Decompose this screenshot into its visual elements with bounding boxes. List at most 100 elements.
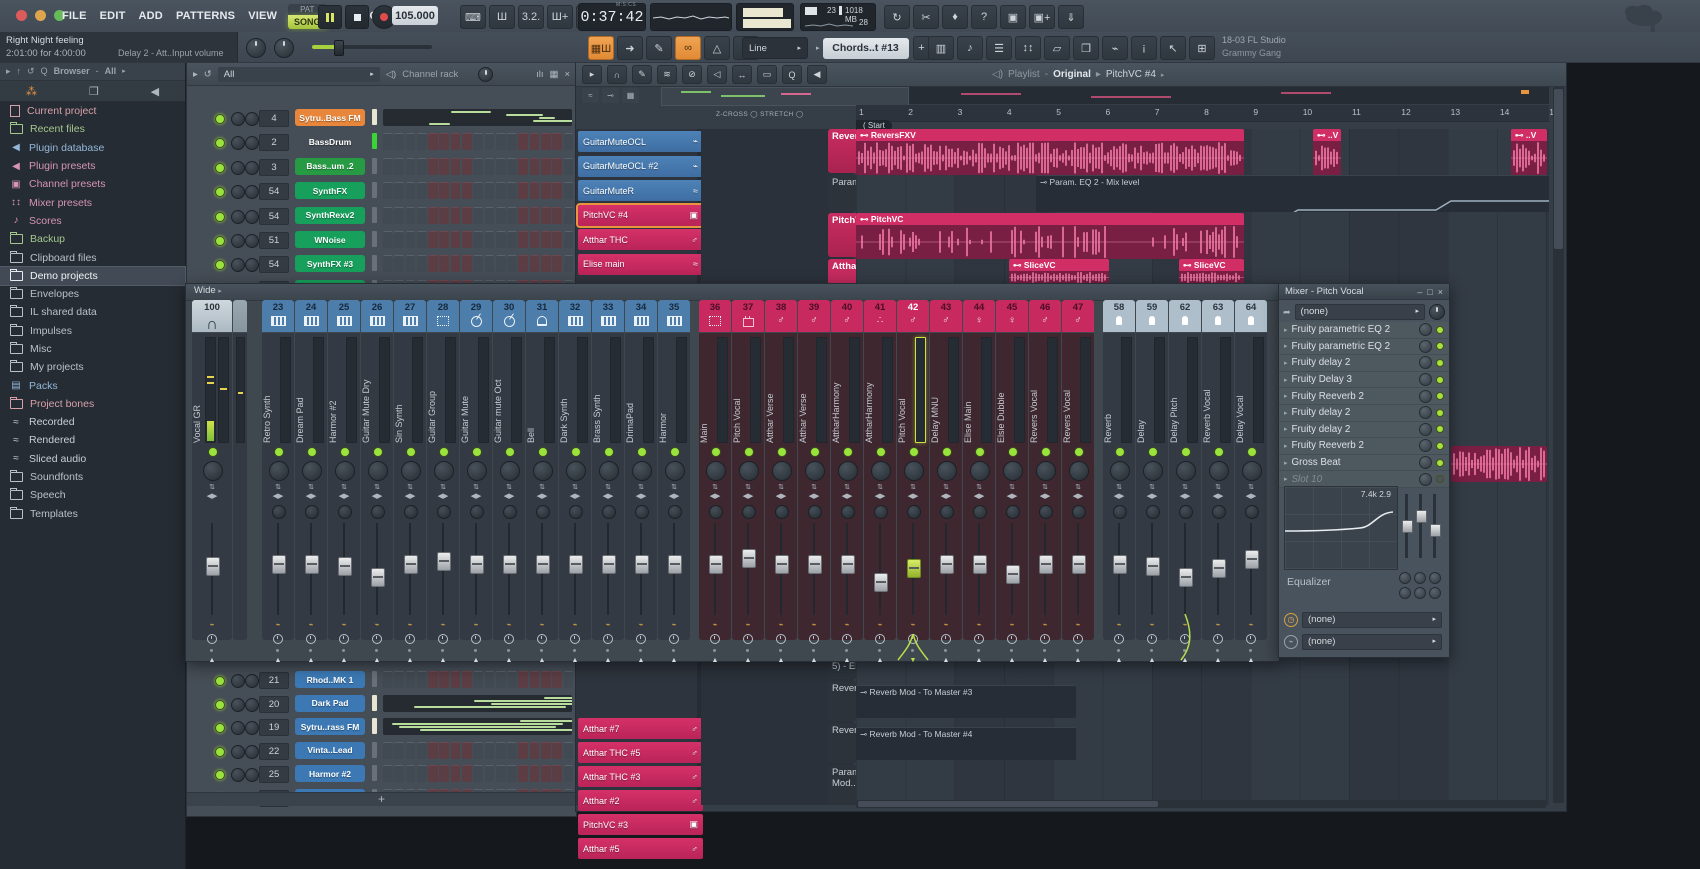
- fader-handle[interactable]: [1006, 565, 1020, 584]
- browser-item-plugin-database[interactable]: ◀Plugin database: [0, 139, 185, 157]
- pan-knob[interactable]: [772, 461, 792, 481]
- step-cell[interactable]: [473, 231, 483, 248]
- route-arrow-icon[interactable]: ▲: [963, 657, 995, 664]
- channel-button-sytru-rass-fm[interactable]: Sytru..rass FM: [295, 718, 365, 735]
- stereo-sep-knob[interactable]: [305, 505, 319, 519]
- channel-mute-led[interactable]: [215, 163, 225, 173]
- clock-icon[interactable]: [776, 634, 786, 644]
- audio-clip-v[interactable]: ⊷ ..V: [1313, 129, 1341, 175]
- step-cell[interactable]: [552, 231, 562, 248]
- mute-led[interactable]: [744, 447, 754, 457]
- plugin-icon[interactable]: ⌁: [670, 621, 678, 629]
- browser-item-channel-presets[interactable]: ▣Channel presets: [0, 175, 185, 193]
- step-cell[interactable]: [496, 671, 506, 688]
- route-arrow-icon[interactable]: ▲: [493, 657, 525, 664]
- route-arrow-icon[interactable]: ▲: [996, 657, 1028, 664]
- fader-handle[interactable]: [1179, 568, 1193, 587]
- channel-mute-led[interactable]: [215, 236, 225, 246]
- zcross-toggle[interactable]: Z-CROSS: [716, 111, 748, 118]
- step-cell[interactable]: [439, 671, 449, 688]
- step-cell[interactable]: [428, 671, 438, 688]
- clock-icon[interactable]: [842, 634, 852, 644]
- fader-handle[interactable]: [1072, 555, 1086, 574]
- channel-pan-knob[interactable]: [231, 161, 245, 175]
- step-cell[interactable]: [564, 158, 574, 175]
- step-cell[interactable]: [541, 133, 551, 150]
- volume-fader[interactable]: [1250, 523, 1252, 615]
- step-cell[interactable]: [496, 207, 506, 224]
- fx-slot-1[interactable]: ▸Fruity parametric EQ 2: [1279, 322, 1449, 339]
- fx-enable-led[interactable]: [1436, 425, 1444, 433]
- fx-mix-knob[interactable]: [1419, 456, 1432, 469]
- mute-led[interactable]: [1181, 447, 1191, 457]
- browser-item-clipboard-files[interactable]: Clipboard files: [0, 248, 185, 266]
- stretch-toggle[interactable]: STRETCH: [760, 111, 794, 118]
- eq-band-fader[interactable]: [1419, 494, 1422, 558]
- audio-clip-pitchvc[interactable]: ⊷ PitchVC: [856, 213, 1244, 259]
- rack-keyboard-icon[interactable]: ▦: [549, 69, 558, 80]
- mute-led[interactable]: [637, 447, 647, 457]
- rack-close-icon[interactable]: ×: [564, 69, 570, 80]
- channel-volume-knob[interactable]: [245, 210, 259, 224]
- pan-knob[interactable]: [1069, 461, 1089, 481]
- minimap-viewport[interactable]: [661, 87, 909, 106]
- step-cell[interactable]: [406, 231, 416, 248]
- plugin-icon[interactable]: ⌁: [439, 621, 447, 629]
- step-cell[interactable]: [518, 765, 528, 782]
- step-cell[interactable]: [473, 207, 483, 224]
- step-cell[interactable]: [428, 255, 438, 272]
- pan-knob[interactable]: [302, 461, 322, 481]
- mute-led[interactable]: [909, 447, 919, 457]
- fx-enable-led[interactable]: [1436, 326, 1444, 334]
- main-pitch-knob[interactable]: [246, 38, 266, 58]
- mixer-track-45[interactable]: 45♀ Elsie Dubble ⇅◀▶ ⌁ ▲: [996, 300, 1028, 640]
- plugin-icon[interactable]: ⌁: [975, 621, 983, 629]
- step-cell[interactable]: [473, 765, 483, 782]
- fader-handle[interactable]: [874, 573, 888, 592]
- browser-item-my-projects[interactable]: My projects: [0, 358, 185, 376]
- step-cell[interactable]: [428, 742, 438, 759]
- clock-icon[interactable]: [537, 634, 547, 644]
- pattern-selector[interactable]: Chords..t #13: [823, 38, 909, 59]
- pan-knob[interactable]: [533, 461, 553, 481]
- auto-save-icon[interactable]: ↻: [884, 5, 910, 29]
- mixer-track-27[interactable]: 27 Sin Synth ⇅◀▶ ⌁ ▲: [394, 300, 426, 640]
- stereo-sep-knob[interactable]: [338, 505, 352, 519]
- mute-led[interactable]: [571, 447, 581, 457]
- stereo-sep-knob[interactable]: [272, 505, 286, 519]
- pattern-tab-icon[interactable]: ▦: [622, 88, 639, 103]
- plugin-icon[interactable]: ⌁: [406, 621, 414, 629]
- fx-master-knob[interactable]: [1429, 304, 1445, 320]
- eq-preview[interactable]: 7.4k 2.9: [1284, 486, 1398, 570]
- clock-icon[interactable]: [504, 634, 514, 644]
- channel-mute-led[interactable]: [215, 770, 225, 780]
- browser-tab-files[interactable]: ❒: [89, 85, 99, 98]
- channel-volume-knob[interactable]: [245, 674, 259, 688]
- channel-mute-led[interactable]: [215, 747, 225, 757]
- automation-clip-reverb-mod-to-master-3[interactable]: ⊸ Reverb Mod - To Master #3: [856, 685, 1076, 718]
- step-cell[interactable]: [406, 182, 416, 199]
- step-cell[interactable]: [462, 133, 472, 150]
- plugin-icon[interactable]: ⌁: [373, 621, 381, 629]
- stereo-sep-knob[interactable]: [470, 505, 484, 519]
- step-cell[interactable]: [473, 182, 483, 199]
- add-channel-button[interactable]: +: [378, 792, 385, 806]
- arrangement-name[interactable]: Original: [1053, 69, 1091, 80]
- picker-clip-guitarmuteocl[interactable]: GuitarMuteOCL⌁: [578, 131, 703, 152]
- step-cell[interactable]: [383, 133, 393, 150]
- pan-knob[interactable]: [805, 461, 825, 481]
- fx-minimize-icon[interactable]: –: [1417, 287, 1422, 297]
- plugin-icon[interactable]: ⌁: [744, 621, 752, 629]
- fx-slot-7[interactable]: ▸Fruity delay 2: [1279, 422, 1449, 439]
- step-cell[interactable]: [451, 742, 461, 759]
- picker-clip-atthar-7[interactable]: Atthar #7♂: [578, 718, 703, 739]
- step-cell[interactable]: [451, 765, 461, 782]
- fx-enable-led[interactable]: [1436, 376, 1444, 384]
- menu-edit[interactable]: EDIT: [100, 10, 126, 22]
- audio-clip-slicevc[interactable]: ⊷ SliceVC: [1179, 259, 1244, 284]
- step-cell[interactable]: [462, 207, 472, 224]
- plugin-icon[interactable]: ⌁: [1074, 621, 1082, 629]
- clock-icon[interactable]: [372, 634, 382, 644]
- playlist-timeline[interactable]: 123456789101112131415: [856, 105, 1549, 122]
- stereo-sep-knob[interactable]: [503, 505, 517, 519]
